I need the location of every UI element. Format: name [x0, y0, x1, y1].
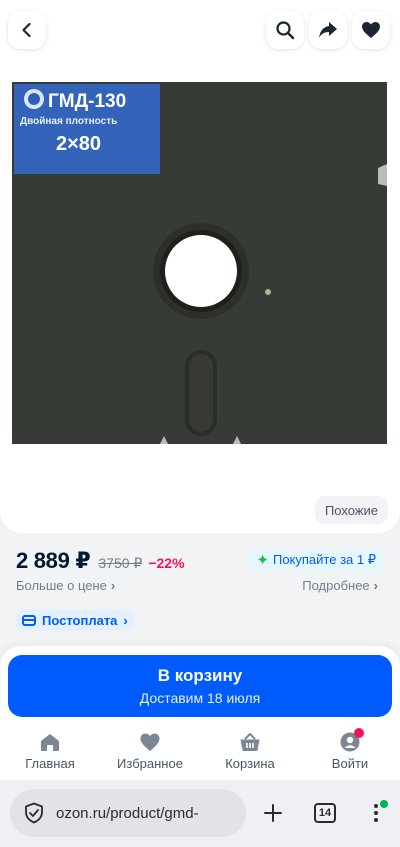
nav-label-home: Главная: [25, 756, 75, 771]
nav-label-cart: Корзина: [225, 756, 275, 771]
more-vertical-icon: [374, 804, 378, 822]
nav-item-favorites[interactable]: Избранное: [100, 726, 200, 778]
product-gallery[interactable]: ГМД-130 Двойная плотность 2×80 Похожие: [0, 0, 400, 533]
similar-button[interactable]: Похожие: [314, 496, 388, 524]
ruble-offer-badge[interactable]: ✦ Покупайте за 1 ₽: [248, 549, 384, 571]
cart-button-subtitle: Доставим 18 июля: [139, 690, 261, 706]
share-button[interactable]: [309, 11, 347, 49]
cart-button-title: В корзину: [157, 666, 243, 685]
heart-icon: [362, 22, 380, 38]
search-button[interactable]: [266, 11, 304, 49]
details-label: Подробнее: [302, 578, 370, 593]
share-icon: [319, 22, 337, 38]
floppy-disk-illustration: ГМД-130 Двойная плотность 2×80: [12, 82, 387, 444]
nav-item-cart[interactable]: Корзина: [200, 726, 300, 778]
chevron-right-icon: ›: [123, 612, 128, 628]
postpay-badge[interactable]: Постоплата ›: [16, 609, 134, 631]
nav-item-login[interactable]: Войти: [300, 726, 400, 778]
chevron-right-icon: ›: [373, 578, 378, 593]
nav-item-home[interactable]: Главная: [0, 726, 100, 778]
product-image: ГМД-130 Двойная плотность 2×80: [8, 80, 391, 452]
search-icon: [276, 21, 295, 40]
favorite-button[interactable]: [352, 11, 390, 49]
chevron-left-icon: [22, 22, 31, 38]
label-brand: ГМД-130: [48, 91, 126, 112]
menu-update-badge: [380, 800, 388, 808]
chevron-right-icon: ›: [110, 578, 116, 593]
more-about-price-label: Больше о цене: [16, 578, 107, 593]
address-bar[interactable]: ozon.ru/product/gmd-: [10, 789, 246, 837]
back-button[interactable]: [8, 11, 46, 49]
ruble-offer-label: Покупайте за 1 ₽: [272, 552, 376, 567]
current-price: 2 889 ₽: [16, 548, 91, 573]
new-tab-button[interactable]: [260, 800, 286, 826]
notification-badge: [354, 728, 364, 738]
url-text: ozon.ru/product/gmd-: [56, 804, 199, 822]
bottom-sheet: В корзину Доставим 18 июля Главная Избра…: [0, 646, 400, 780]
plus-icon: [264, 804, 282, 822]
heart-icon: [140, 733, 160, 751]
old-price: 3750 ₽: [98, 555, 143, 571]
price-row: 2 889 ₽ 3750 ₽ −22%: [16, 548, 185, 574]
browser-toolbar: ozon.ru/product/gmd- 14: [0, 780, 400, 847]
nav-label-favorites: Избранное: [117, 756, 183, 771]
bottom-nav: Главная Избранное Корзина Войти: [0, 726, 400, 778]
home-icon: [41, 734, 59, 751]
index-hole: [265, 289, 271, 295]
sparkle-icon: ✦: [256, 551, 269, 569]
tab-switcher-button[interactable]: 14: [312, 800, 338, 826]
details-link[interactable]: Подробнее ›: [302, 578, 378, 593]
add-to-cart-button[interactable]: В корзину Доставим 18 июля: [8, 655, 392, 717]
label-density: Двойная плотность: [20, 116, 117, 127]
shield-check-icon: [25, 802, 43, 824]
postpay-label: Постоплата: [42, 612, 118, 628]
more-about-price-link[interactable]: Больше о цене ›: [16, 578, 115, 593]
basket-icon: [240, 733, 260, 751]
spindle-hole: [165, 235, 237, 307]
discount-badge: −22%: [148, 555, 185, 571]
tabs-count: 14: [314, 803, 336, 823]
label-format: 2×80: [56, 133, 101, 155]
nav-label-login: Войти: [331, 756, 369, 771]
card-icon: [22, 614, 36, 626]
